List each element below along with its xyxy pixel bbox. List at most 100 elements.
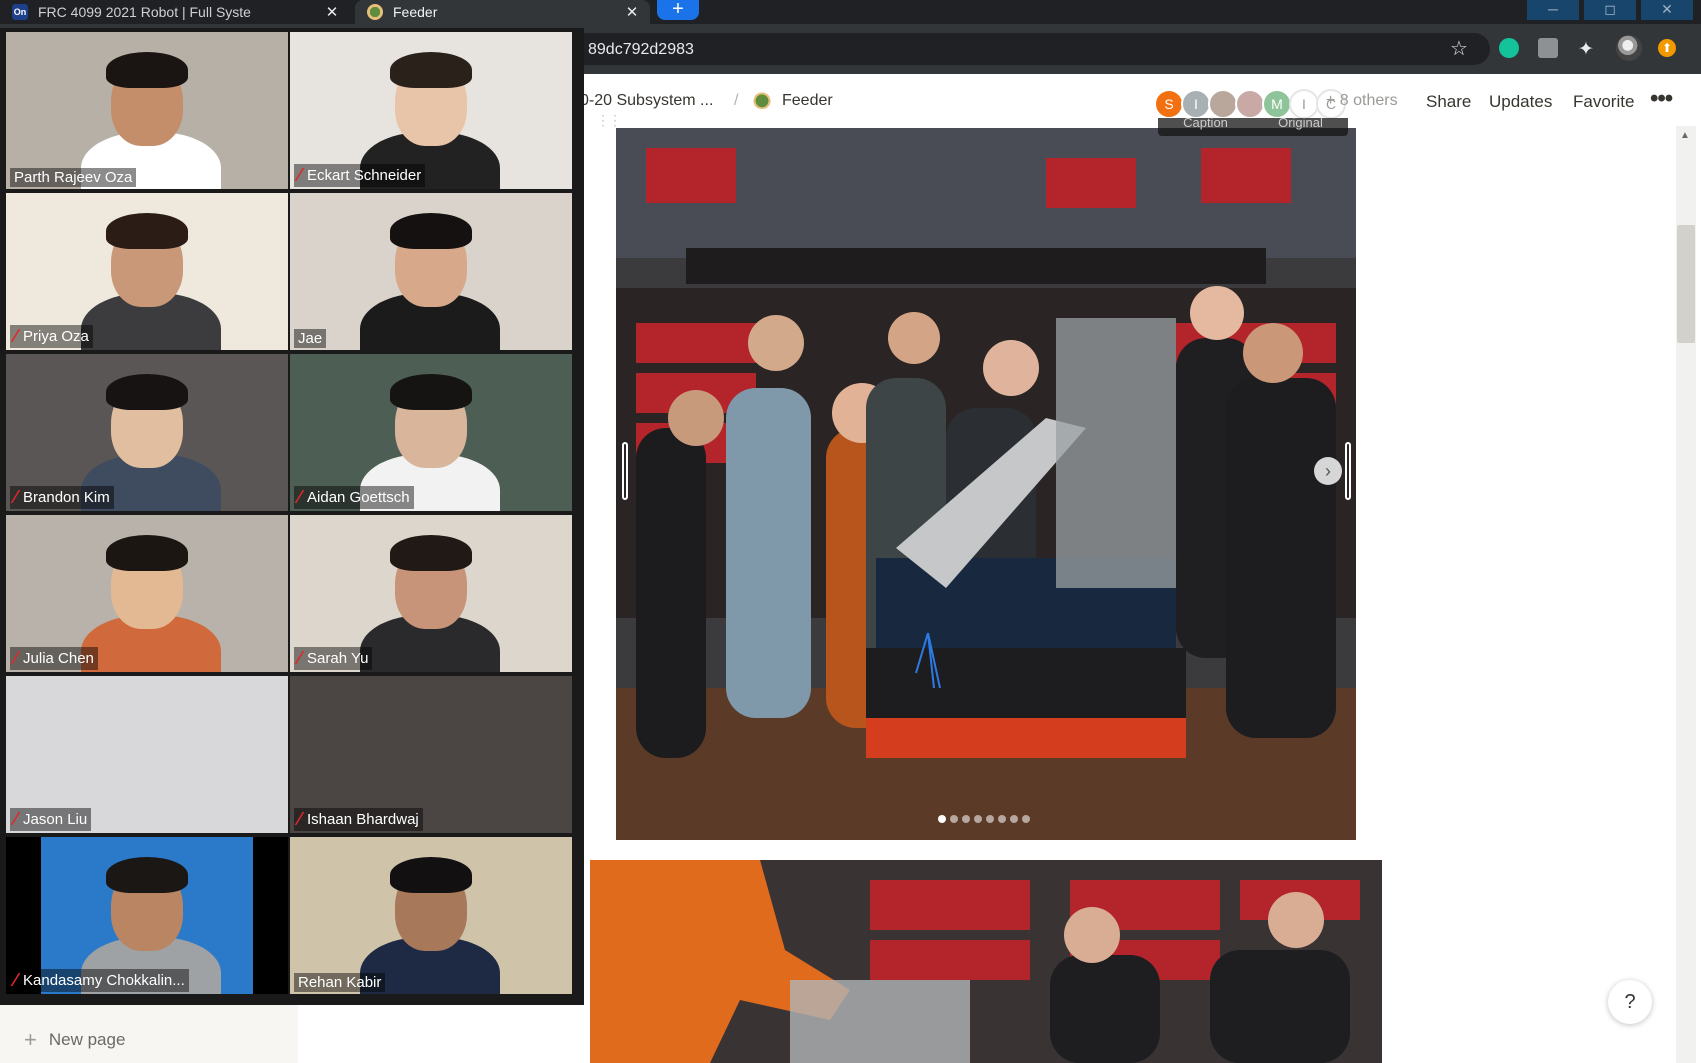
page-emoji-icon	[752, 91, 772, 109]
team-photo	[616, 128, 1356, 840]
participant-name-label: ⁄ Julia Chen	[10, 647, 98, 670]
resize-handle-right[interactable]	[1345, 442, 1351, 500]
participant-name-label: ⁄ Aidan Goettsch	[294, 486, 414, 509]
image-toolbar: Caption Original	[1158, 116, 1348, 136]
participant-video-tile[interactable]: ⁄ Priya Oza	[6, 193, 288, 350]
muted-microphone-icon: ⁄	[298, 809, 302, 829]
muted-microphone-icon: ⁄	[298, 648, 302, 668]
participant-name: Rehan Kabir	[298, 974, 382, 991]
participant-video-tile[interactable]: Jae	[290, 193, 572, 350]
carousel-dot[interactable]	[1010, 815, 1018, 823]
participant-name: Jae	[298, 330, 323, 347]
scrollbar-thumb[interactable]	[1677, 225, 1695, 343]
participant-name-label: ⁄ Priya Oza	[10, 325, 93, 348]
participant-video-tile[interactable]: Parth Rajeev Oza	[6, 32, 288, 189]
resize-handle-left[interactable]	[622, 442, 628, 500]
update-icon[interactable]: ⬆	[1658, 39, 1676, 57]
onshape-icon: On	[12, 4, 28, 20]
carousel-dot[interactable]	[962, 815, 970, 823]
participant-name: Ishaan Bhardwaj	[307, 811, 419, 828]
chevron-right-icon[interactable]: ›	[1314, 457, 1342, 485]
drag-handle-icon[interactable]: ⋮⋮	[596, 112, 622, 129]
participant-name-label: Rehan Kabir	[294, 973, 386, 992]
address-bar[interactable]	[560, 33, 1490, 65]
participant-name-label: ⁄ Jason Liu	[10, 808, 92, 831]
bookmark-star-icon[interactable]: ☆	[1450, 36, 1468, 61]
carousel-dot[interactable]	[974, 815, 982, 823]
participant-name: Aidan Goettsch	[307, 489, 410, 506]
notion-page-icon	[367, 4, 383, 20]
participant-name: Brandon Kim	[23, 489, 110, 506]
breadcrumb-parent[interactable]: 0-20 Subsystem ...	[580, 92, 713, 110]
share-button[interactable]: Share	[1426, 92, 1471, 112]
carousel-dot[interactable]	[998, 815, 1006, 823]
profile-avatar[interactable]	[1616, 35, 1642, 61]
carousel-dot[interactable]	[950, 815, 958, 823]
extensions-puzzle-icon[interactable]: ✦	[1578, 38, 1598, 60]
muted-microphone-icon: ⁄	[298, 165, 302, 185]
browser-tab-onshape[interactable]: On FRC 4099 2021 Robot | Full Syste ✕	[0, 0, 350, 24]
others-count[interactable]: + 8 others	[1326, 92, 1398, 110]
grammarly-extension-icon[interactable]	[1499, 38, 1519, 58]
new-tab-button[interactable]: +	[657, 0, 699, 20]
close-icon[interactable]: ✕	[322, 3, 342, 21]
scroll-up-icon[interactable]: ▲	[1680, 130, 1690, 141]
participant-name: Jason Liu	[23, 811, 88, 828]
participant-name: Kandasamy Chokkalin...	[23, 972, 185, 989]
tab-title: Feeder	[393, 4, 438, 20]
participant-name-label: Jae	[294, 329, 327, 348]
participant-video-tile[interactable]: ⁄ Aidan Goettsch	[290, 354, 572, 511]
participant-name-label: ⁄ Kandasamy Chokkalin...	[10, 969, 189, 992]
plus-icon: +	[24, 1027, 37, 1052]
participant-name-label: ⁄ Ishaan Bhardwaj	[294, 808, 423, 831]
carousel-dot[interactable]	[1022, 815, 1030, 823]
muted-microphone-icon: ⁄	[14, 809, 18, 829]
participant-video-tile[interactable]: ⁄ Sarah Yu	[290, 515, 572, 672]
team-photo-2	[590, 860, 1382, 1063]
participant-name-label: ⁄ Sarah Yu	[294, 647, 373, 670]
updates-button[interactable]: Updates	[1489, 92, 1552, 112]
extension-icon[interactable]	[1538, 38, 1558, 58]
new-page-label: New page	[48, 1030, 126, 1049]
participant-name-label: ⁄ Brandon Kim	[10, 486, 114, 509]
maximize-button[interactable]: ◻	[1584, 0, 1636, 20]
original-button[interactable]: Original	[1278, 116, 1323, 129]
presence-avatar[interactable]	[1235, 89, 1265, 119]
participant-video-tile[interactable]: ⁄ Jason Liu	[6, 676, 288, 833]
presence-avatar[interactable]: S	[1154, 89, 1184, 119]
participant-video-tile[interactable]: Rehan Kabir	[290, 837, 572, 994]
breadcrumb-separator: /	[734, 92, 739, 109]
close-icon[interactable]: ✕	[622, 3, 642, 21]
participant-name: Priya Oza	[23, 328, 89, 345]
favorite-button[interactable]: Favorite	[1573, 92, 1634, 112]
url-text[interactable]: 89dc792d2983	[588, 41, 694, 59]
page-title[interactable]: Feeder	[782, 92, 833, 110]
participant-video-tile[interactable]: ⁄ Eckart Schneider	[290, 32, 572, 189]
muted-microphone-icon: ⁄	[14, 487, 18, 507]
carousel-dots[interactable]	[938, 815, 1030, 823]
participant-video-tile[interactable]: ⁄ Brandon Kim	[6, 354, 288, 511]
participant-name: Julia Chen	[23, 650, 94, 667]
participant-video-tile[interactable]: ⁄ Julia Chen	[6, 515, 288, 672]
minimize-button[interactable]: ─	[1527, 0, 1579, 20]
participant-name: Sarah Yu	[307, 650, 369, 667]
muted-microphone-icon: ⁄	[298, 487, 302, 507]
participant-name-label: Parth Rajeev Oza	[10, 168, 137, 187]
help-button[interactable]: ?	[1608, 980, 1652, 1024]
muted-microphone-icon: ⁄	[14, 648, 18, 668]
muted-microphone-icon: ⁄	[14, 326, 18, 346]
tab-title: FRC 4099 2021 Robot | Full Syste	[38, 4, 251, 20]
browser-tab-feeder[interactable]: Feeder ✕	[355, 0, 650, 24]
more-options-icon[interactable]: •••	[1650, 85, 1673, 113]
participant-video-tile[interactable]: ⁄ Kandasamy Chokkalin...	[6, 837, 288, 994]
caption-button[interactable]: Caption	[1183, 116, 1228, 129]
zoom-gallery-view: Parth Rajeev Oza ⁄ Eckart Schneider ⁄ Priya …	[0, 28, 584, 1005]
new-page-button[interactable]: + New page	[24, 1027, 125, 1053]
participant-name: Parth Rajeev Oza	[14, 169, 133, 186]
image-carousel[interactable]	[616, 128, 1356, 840]
carousel-dot[interactable]	[938, 815, 946, 823]
close-window-button[interactable]: ✕	[1641, 0, 1693, 20]
participant-video-tile[interactable]: ⁄ Ishaan Bhardwaj	[290, 676, 572, 833]
muted-microphone-icon: ⁄	[14, 970, 18, 990]
carousel-dot[interactable]	[986, 815, 994, 823]
